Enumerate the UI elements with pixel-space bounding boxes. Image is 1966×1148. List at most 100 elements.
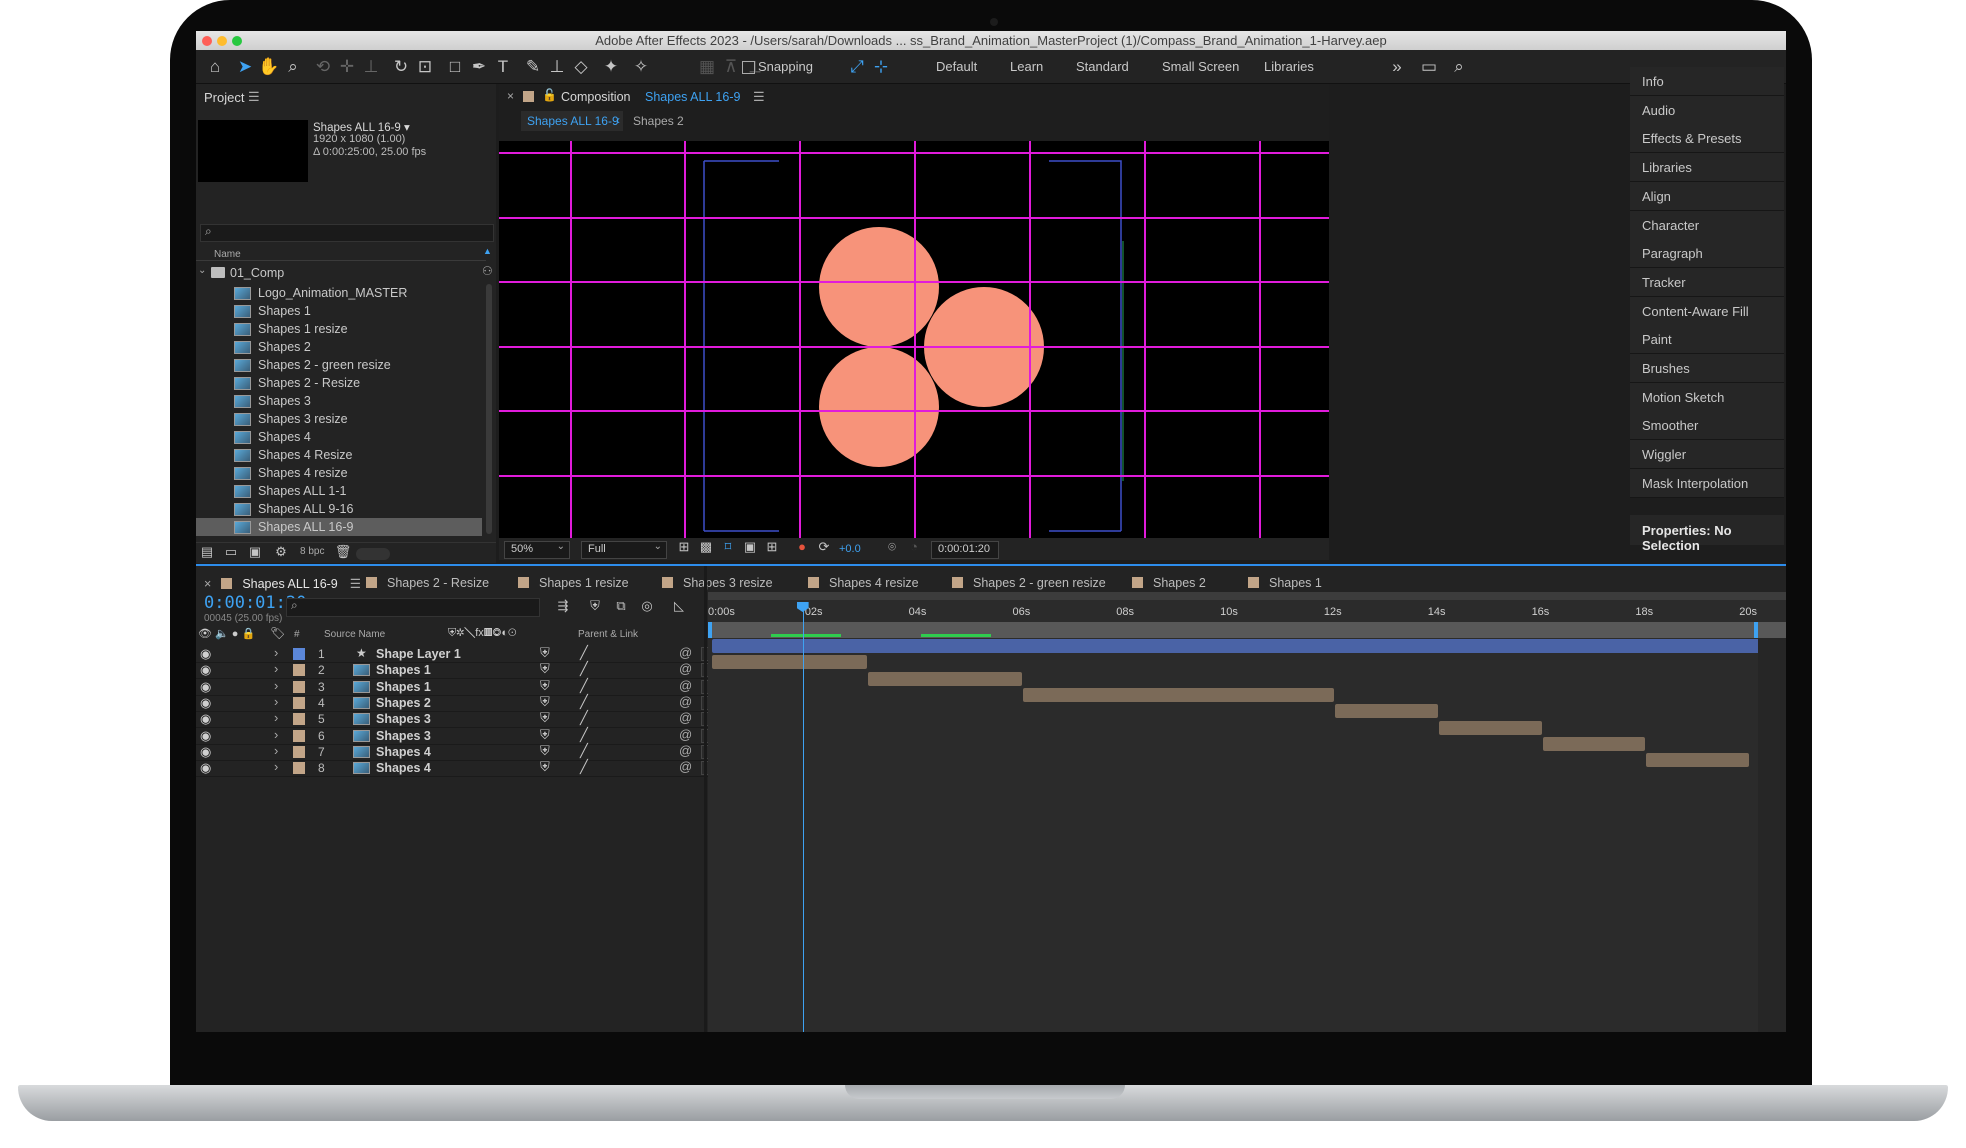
layer-name[interactable]: Shapes 3 [376, 712, 431, 726]
quality-switch-icon[interactable]: ╱ [580, 661, 588, 677]
layer-color-label[interactable] [293, 745, 305, 758]
breadcrumb-other[interactable]: Shapes 2 [633, 114, 684, 128]
type-tool-icon[interactable]: T [492, 56, 514, 78]
project-item[interactable]: Shapes 4 Resize [196, 446, 551, 464]
thumbnail-slider[interactable] [356, 548, 390, 560]
layer-name[interactable]: Shapes 2 [376, 696, 431, 710]
timeline-divider[interactable] [704, 566, 707, 1032]
right-panel-tab[interactable]: Wiggler [1630, 440, 1784, 470]
pen-tool-icon[interactable]: ✒ [468, 56, 490, 78]
project-item[interactable]: Shapes ALL 16-9 [196, 518, 482, 536]
layer-color-label[interactable] [293, 648, 305, 660]
project-search-input[interactable]: ⌕ [200, 224, 494, 242]
quality-switch-icon[interactable]: ╱ [580, 710, 588, 726]
render-range[interactable] [708, 622, 1786, 638]
right-panel-tab[interactable]: Mask Interpolation [1630, 468, 1784, 498]
eye-icon[interactable]: ◉ [200, 760, 211, 776]
hash-column[interactable]: # [294, 629, 300, 640]
project-item[interactable]: Shapes 4 [196, 428, 551, 446]
pickwhip-icon[interactable]: @ [679, 727, 692, 742]
timeline-tab[interactable]: Shapes 4 resize [808, 576, 919, 590]
grid-guide-icon[interactable]: ⊞ [761, 536, 783, 558]
motion-blur-icon[interactable]: ◎ [636, 595, 658, 617]
right-panel-tab[interactable]: Libraries [1630, 153, 1784, 183]
distribute-icon[interactable]: ⊼ [720, 56, 742, 78]
layer-name[interactable]: Shapes 3 [376, 729, 431, 743]
lock-icon[interactable]: 🔓 [542, 88, 557, 102]
project-item[interactable]: Shapes 2 - Resize [196, 374, 551, 392]
color-manage-icon[interactable]: ⟳ [813, 536, 835, 558]
zoom-select[interactable]: 50% ⌄ [504, 541, 570, 559]
new-comp-icon[interactable]: ▣ [244, 541, 266, 563]
timeline-tab[interactable]: Shapes 2 - Resize [366, 576, 489, 590]
playhead[interactable] [796, 602, 809, 1032]
sort-up-icon[interactable]: ▲ [483, 246, 492, 256]
right-panel-tab[interactable]: Paint [1630, 325, 1784, 355]
chevron-right-icon[interactable]: › [274, 727, 278, 742]
shy-switch-icon[interactable]: ⛨ [540, 661, 550, 677]
eye-icon[interactable]: ◉ [200, 646, 211, 662]
project-scrollbar[interactable] [486, 284, 492, 534]
menu-icon[interactable]: ☰ [350, 577, 361, 591]
work-area-end-handle[interactable] [1754, 622, 1758, 638]
zoom-window-button[interactable] [232, 36, 242, 46]
layer-duration-bar[interactable] [712, 655, 867, 670]
timeline-tab[interactable]: Shapes 3 resize [662, 576, 773, 590]
breadcrumb-active[interactable]: Shapes ALL 16-9 [527, 114, 619, 128]
av-features-icon[interactable]: 👁 🔈 ● 🔒 [198, 627, 255, 640]
folder-row[interactable]: ⌄ 01_Comp [196, 262, 551, 284]
snap-features-icon[interactable]: ⊹ [870, 56, 892, 78]
right-panel-tab[interactable]: Audio [1630, 95, 1784, 125]
shy-switch-icon[interactable]: ⛨ [540, 678, 550, 694]
project-item[interactable]: Shapes 3 [196, 392, 551, 410]
quality-switch-icon[interactable]: ╱ [580, 645, 588, 661]
workspace-default[interactable]: Default [936, 59, 977, 74]
timeline-tab[interactable]: Shapes 1 resize [518, 576, 629, 590]
right-panel-tab[interactable]: Info [1630, 67, 1784, 96]
close-tab-icon[interactable]: × [204, 577, 211, 591]
quality-switch-icon[interactable]: ╱ [580, 727, 588, 743]
layer-color-label[interactable] [293, 680, 305, 693]
home-icon[interactable]: ⌂ [204, 56, 226, 78]
roto-brush-icon[interactable]: ✦ [600, 56, 622, 78]
layer-color-label[interactable] [293, 696, 305, 709]
project-tab[interactable]: Project [204, 90, 244, 105]
quality-switch-icon[interactable]: ╱ [580, 694, 588, 710]
workspace-standard[interactable]: Standard [1076, 59, 1129, 74]
source-name-column[interactable]: Source Name [324, 629, 385, 640]
right-panel-tab[interactable]: Character [1630, 210, 1784, 240]
eraser-tool-icon[interactable]: ◇ [570, 56, 592, 78]
timeline-tab[interactable]: Shapes 1 [1248, 576, 1322, 590]
layer-duration-bar[interactable] [712, 639, 1785, 653]
shy-switch-icon[interactable]: ⛨ [540, 727, 550, 743]
layer-color-label[interactable] [293, 762, 305, 775]
hand-tool-icon[interactable]: ✋ [258, 56, 280, 78]
shape-circle[interactable] [819, 227, 939, 347]
pickwhip-icon[interactable]: @ [679, 694, 692, 709]
zoom-tool-icon[interactable]: ⌕ [282, 56, 304, 78]
shy-switch-icon[interactable]: ⛨ [540, 759, 550, 775]
pickwhip-icon[interactable]: @ [679, 645, 692, 660]
align-icon[interactable]: ▦ [696, 56, 718, 78]
close-tab-icon[interactable]: × [507, 89, 514, 103]
layer-color-label[interactable] [293, 729, 305, 742]
delete-icon[interactable]: 🗑 [332, 541, 354, 563]
clone-stamp-icon[interactable]: ⊥ [546, 56, 568, 78]
comp-tab-name[interactable]: Shapes ALL 16-9 [645, 90, 740, 104]
eye-icon[interactable]: ◉ [200, 744, 211, 760]
pickwhip-icon[interactable]: @ [679, 710, 692, 725]
project-item[interactable]: Shapes 4 resize [196, 464, 551, 482]
layer-name[interactable]: Shapes 1 [376, 680, 431, 694]
timeline-tab[interactable]: Shapes 2 - green resize [952, 576, 1106, 590]
layer-color-label[interactable] [293, 664, 305, 677]
chevron-right-icon[interactable]: › [274, 759, 278, 774]
chevron-right-icon[interactable]: › [274, 661, 278, 676]
chevron-right-icon[interactable]: › [274, 678, 278, 693]
selection-tool-icon[interactable]: ➤ [234, 56, 256, 78]
snapping-checkbox[interactable] [742, 61, 755, 74]
project-item[interactable]: Shapes 3 resize [196, 410, 551, 428]
shape-circle[interactable] [819, 347, 939, 467]
close-window-button[interactable] [202, 36, 212, 46]
right-panel-tab[interactable]: Brushes [1630, 354, 1784, 383]
layer-search-input[interactable]: ⌕ [286, 598, 540, 617]
